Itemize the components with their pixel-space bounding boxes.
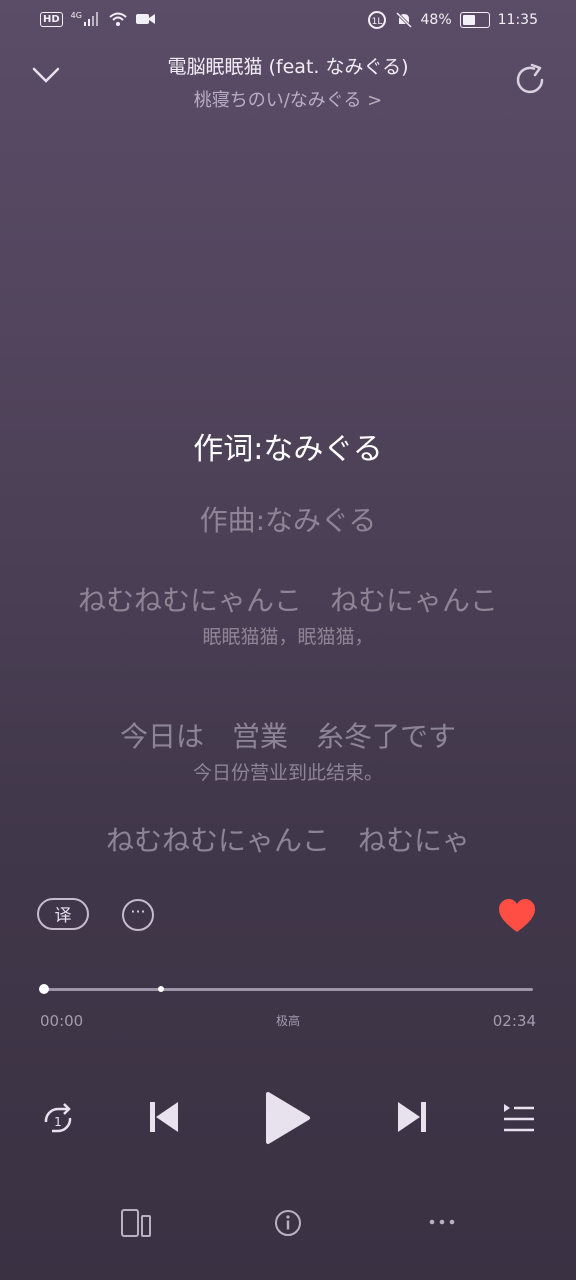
- repeat-one-icon: 1: [44, 1103, 72, 1133]
- next-track-icon[interactable]: [396, 1100, 428, 1134]
- signal-bars-icon: [83, 12, 98, 26]
- signal-icon: 4G: [70, 11, 100, 26]
- more-dots-icon[interactable]: [428, 1217, 456, 1227]
- wifi-icon: [109, 12, 127, 26]
- mute-bell-icon: [395, 11, 412, 29]
- lyric-line: 今日は 営業 糸冬了です: [119, 720, 456, 753]
- repeat-badge: 1: [54, 1115, 62, 1129]
- artist-link[interactable]: 桃寝ちのい/なみぐる >: [0, 86, 576, 112]
- buffer-marker: [158, 986, 164, 992]
- quality-label[interactable]: 极高: [0, 1012, 576, 1029]
- play-icon[interactable]: [264, 1090, 312, 1146]
- heart-like-icon[interactable]: [498, 898, 536, 934]
- battery-icon: [459, 12, 490, 28]
- status-left: HD 4G: [40, 11, 156, 27]
- repeat-one-button[interactable]: 1: [38, 1100, 78, 1140]
- previous-track-icon[interactable]: [148, 1100, 180, 1134]
- share-icon[interactable]: [514, 63, 548, 97]
- lyric-block: ねむねむにゃんこ ねむにゃんこ 眠眠猫猫，眠猫猫，: [60, 584, 516, 649]
- lyric-translation: 眠眠猫猫，眠猫猫，: [202, 626, 374, 648]
- playlist-icon[interactable]: [502, 1102, 536, 1134]
- lyric-line: 作曲:なみぐる: [199, 504, 377, 537]
- device-cast-icon[interactable]: [120, 1208, 152, 1238]
- network-type: 4G: [70, 11, 82, 20]
- clock: 11:35: [497, 12, 538, 28]
- status-right: 1L 48% 11:35: [367, 10, 538, 30]
- lyric-line: ねむねむにゃんこ ねむにゃんこ: [77, 584, 498, 617]
- lyric-translation: 今日份营业到此结束。: [192, 762, 383, 784]
- lyric-block: 今日は 営業 糸冬了です 今日份营业到此结束。: [60, 720, 516, 785]
- video-camera-icon: [135, 14, 155, 24]
- svg-text:1L: 1L: [371, 17, 382, 27]
- battery-percent: 48%: [420, 12, 452, 28]
- status-bar: HD 4G 1L 48% 11:35: [0, 0, 576, 40]
- song-title: 電脳眠眠猫 (feat. なみぐる): [167, 56, 409, 78]
- more-options-button[interactable]: ···: [122, 899, 154, 931]
- hd-badge: HD: [40, 11, 63, 27]
- lyric-line: ねむねむにゃんこ ねむにゃ: [105, 824, 470, 857]
- translate-toggle-button[interactable]: 译: [37, 898, 89, 930]
- info-icon[interactable]: [274, 1209, 302, 1237]
- total-time: 02:34: [492, 1012, 536, 1030]
- progress-track[interactable]: [43, 988, 533, 991]
- lyric-line-active: 作词:なみぐる: [193, 432, 383, 467]
- progress-knob[interactable]: [39, 984, 49, 994]
- data-saver-icon: 1L: [367, 11, 386, 29]
